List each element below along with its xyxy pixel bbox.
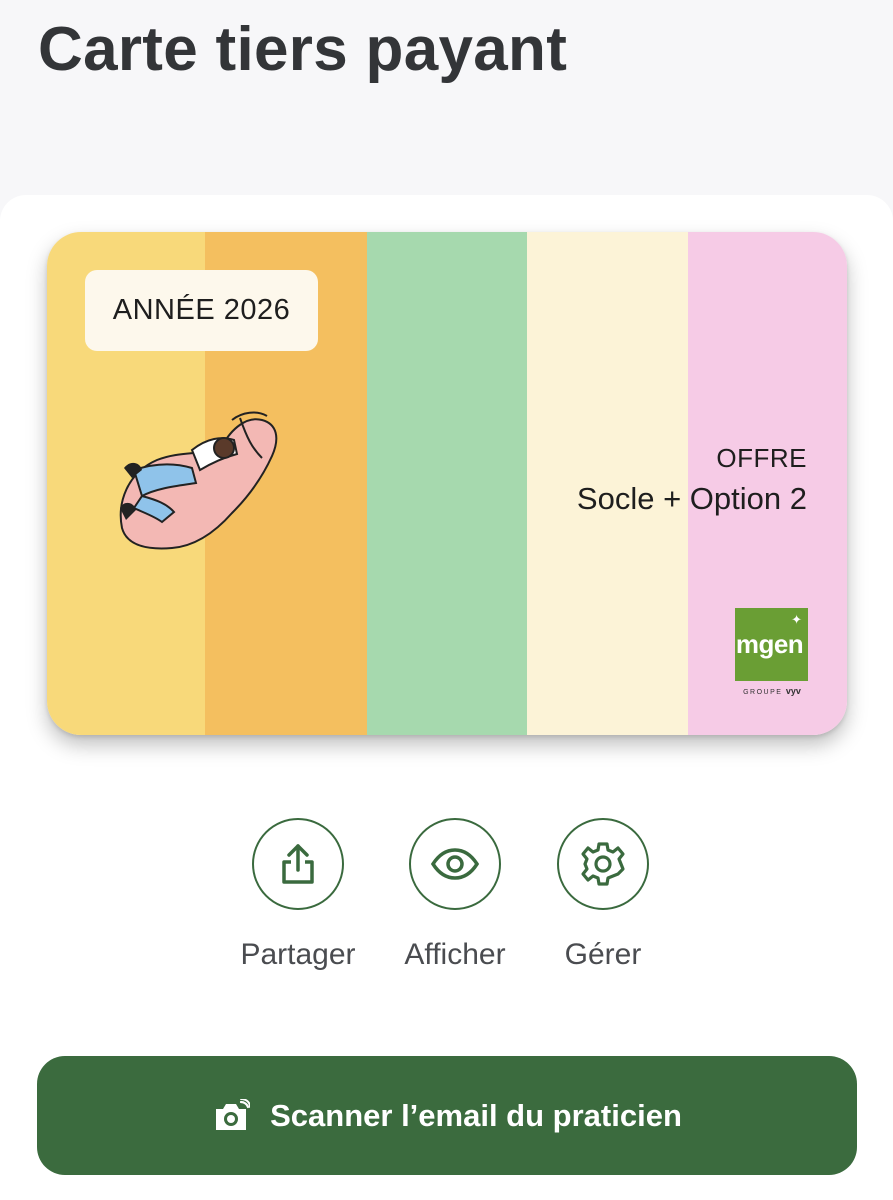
logo-subtitle: GROUPE vyv — [736, 686, 808, 696]
view-label: Afficher — [404, 938, 506, 971]
share-button[interactable] — [252, 818, 344, 910]
manage-label: Gérer — [564, 938, 642, 971]
gear-icon — [581, 842, 625, 886]
logo-subtitle-brand: vyv — [785, 686, 801, 696]
scan-email-button[interactable]: Scanner l’email du praticien — [37, 1056, 857, 1175]
mgen-logo: mgen ✦ — [735, 608, 808, 681]
card-stripe-green — [367, 232, 527, 735]
scan-button-label: Scanner l’email du praticien — [270, 1097, 682, 1133]
view-action[interactable]: Afficher — [385, 818, 525, 972]
year-badge: ANNÉE 2026 — [85, 270, 318, 351]
view-button[interactable] — [409, 818, 501, 910]
mgen-logo-text: mgen — [735, 629, 804, 659]
share-label: Partager — [240, 938, 356, 971]
manage-action[interactable]: Gérer — [533, 818, 673, 972]
camera-icon — [216, 1098, 251, 1130]
logo-star-icon: ✦ — [791, 612, 802, 627]
manage-button[interactable] — [557, 818, 649, 910]
offer-value: Socle + Option 2 — [576, 481, 807, 516]
offer-label: OFFRE — [716, 443, 807, 473]
share-action[interactable]: Partager — [228, 818, 368, 972]
eye-icon — [430, 848, 480, 880]
share-icon — [282, 844, 314, 884]
relaxing-person-illustration — [119, 411, 278, 550]
logo-subtitle-prefix: GROUPE — [743, 689, 783, 696]
page-title: Carte tiers payant — [38, 15, 568, 84]
